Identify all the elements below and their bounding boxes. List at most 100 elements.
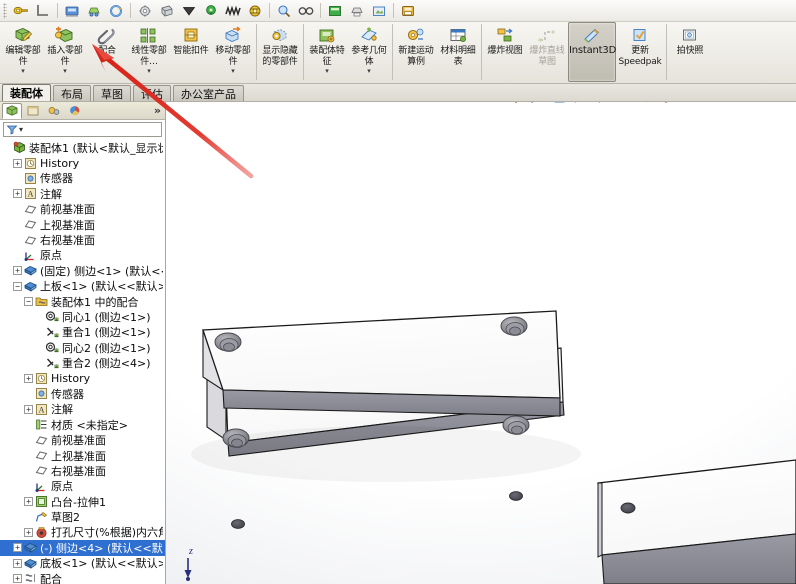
print-icon[interactable]: [84, 2, 104, 20]
chevron-down-icon[interactable]: ▾: [147, 68, 151, 74]
ribbon-insert-components[interactable]: 插入零部件 ▾: [44, 22, 86, 82]
tree-row[interactable]: 原点: [0, 479, 165, 494]
display-style-icon[interactable]: [179, 2, 199, 20]
apply-scene-icon[interactable]: [656, 102, 671, 105]
tree-expand-icon[interactable]: +: [24, 374, 33, 383]
filter-dropdown-caret[interactable]: ▾: [19, 125, 23, 134]
tree-row[interactable]: +History: [0, 155, 165, 170]
new-document-icon[interactable]: [11, 2, 31, 20]
tree-expand-icon[interactable]: +: [13, 559, 22, 568]
ribbon-exploded-view[interactable]: 爆炸视图: [484, 22, 526, 82]
ribbon-show-hidden-components[interactable]: 显示隐藏的零部件: [259, 22, 301, 82]
tree-row[interactable]: +History: [0, 371, 165, 386]
toolbar-grip[interactable]: [3, 3, 7, 19]
open-document-icon[interactable]: [33, 2, 53, 20]
ribbon-instant3d[interactable]: Instant3D: [568, 22, 616, 82]
tab-office-products[interactable]: 办公室产品: [173, 85, 244, 101]
tree-filter-bar[interactable]: ▾: [3, 122, 162, 137]
secondary-part[interactable]: [598, 460, 796, 584]
chevron-down-icon[interactable]: ▾: [325, 68, 329, 74]
print-preview-icon[interactable]: [347, 2, 367, 20]
ribbon-reference-geometry[interactable]: 参考几何体 ▾: [348, 22, 390, 82]
tree-row[interactable]: 材质 <未指定>: [0, 417, 165, 432]
chevron-down-icon[interactable]: ▾: [231, 68, 235, 74]
tree-row[interactable]: 装配体1 (默认<默认_显示状态: [0, 140, 165, 155]
tab-assembly[interactable]: 装配体: [2, 84, 51, 101]
tree-row[interactable]: +(固定) 侧边<1> (默认<<默认: [0, 263, 165, 278]
view-orientation-icon[interactable]: [201, 2, 221, 20]
tree-expand-icon[interactable]: +: [24, 528, 33, 537]
assembly-3d-model[interactable]: z: [166, 102, 796, 584]
chevron-down-icon[interactable]: ▾: [21, 68, 25, 74]
save-all-icon[interactable]: [398, 2, 418, 20]
zoom-to-fit-icon[interactable]: [504, 102, 519, 105]
tree-expand-icon[interactable]: +: [13, 574, 22, 583]
tree-row[interactable]: 同心1 (侧边<1>): [0, 309, 165, 324]
ribbon-new-motion-study[interactable]: 新建运动算例: [395, 22, 437, 82]
ribbon-explode-line-sketch[interactable]: 爆炸直线草图: [526, 22, 568, 82]
tree-row[interactable]: 原点: [0, 248, 165, 263]
ribbon-mate[interactable]: 配合: [86, 22, 128, 82]
zoom-to-area-icon[interactable]: [520, 102, 535, 105]
feature-tree[interactable]: 装配体1 (默认<默认_显示状态+History传感器+A注解前视基准面上视基准…: [0, 138, 165, 584]
tree-row[interactable]: 上视基准面: [0, 217, 165, 232]
tree-row[interactable]: 重合2 (侧边<4>): [0, 355, 165, 370]
ribbon-assembly-features[interactable]: 装配体特征 ▾: [306, 22, 348, 82]
ribbon-move-component[interactable]: 移动零部件 ▾: [212, 22, 254, 82]
tree-row[interactable]: +凸台-拉伸1: [0, 494, 165, 509]
upper-assembly[interactable]: [191, 311, 581, 528]
previous-view-icon[interactable]: [536, 102, 551, 105]
section-view-icon[interactable]: [552, 102, 567, 105]
display-style-icon[interactable]: [592, 102, 607, 105]
ribbon-update-speedpak[interactable]: 更新 Speedpak: [616, 22, 664, 82]
tree-row[interactable]: 前视基准面: [0, 202, 165, 217]
curvature-display-icon[interactable]: [223, 2, 243, 20]
zoom-to-fit-icon[interactable]: [274, 2, 294, 20]
tree-row[interactable]: +底板<1> (默认<<默认>_显: [0, 556, 165, 571]
property-manager-tab[interactable]: [23, 103, 43, 119]
tree-row[interactable]: 传感器: [0, 386, 165, 401]
chevron-down-icon[interactable]: ▾: [63, 68, 67, 74]
search-icon[interactable]: [296, 2, 316, 20]
panel-expand-chevron[interactable]: »: [154, 104, 161, 117]
tree-expand-icon[interactable]: +: [24, 497, 33, 506]
tree-row[interactable]: 同心2 (侧边<1>): [0, 340, 165, 355]
tree-row[interactable]: 上视基准面: [0, 448, 165, 463]
tab-evaluate[interactable]: 评估: [133, 85, 171, 101]
configuration-manager-tab[interactable]: [44, 103, 64, 119]
graphics-viewport[interactable]: ▾ ▾ ▾: [166, 102, 796, 584]
tree-row[interactable]: 右视基准面: [0, 232, 165, 247]
tree-expand-icon[interactable]: +: [13, 543, 22, 552]
section-view-icon[interactable]: [157, 2, 177, 20]
tree-row[interactable]: 前视基准面: [0, 432, 165, 447]
tree-row[interactable]: −装配体1 中的配合: [0, 294, 165, 309]
chevron-down-icon[interactable]: ▾: [367, 68, 371, 74]
tree-row[interactable]: 传感器: [0, 171, 165, 186]
tree-expand-icon[interactable]: +: [13, 189, 22, 198]
tree-row[interactable]: 右视基准面: [0, 463, 165, 478]
edit-appearance-icon[interactable]: [640, 102, 655, 105]
tree-row[interactable]: 草图2: [0, 509, 165, 524]
options-gear-icon[interactable]: [135, 2, 155, 20]
tree-row[interactable]: −上板<1> (默认<<默认>_显: [0, 279, 165, 294]
save-icon[interactable]: [62, 2, 82, 20]
window-tile-icon[interactable]: [325, 2, 345, 20]
tree-collapse-icon[interactable]: −: [13, 282, 22, 291]
rebuild-icon[interactable]: [106, 2, 126, 20]
tree-collapse-icon[interactable]: −: [24, 297, 33, 306]
ribbon-bill-of-materials[interactable]: 材料明细表: [437, 22, 479, 82]
appearance-icon[interactable]: [245, 2, 265, 20]
view-settings-icon[interactable]: [680, 102, 695, 105]
tree-row[interactable]: +A注解: [0, 402, 165, 417]
hide-show-items-icon[interactable]: [616, 102, 631, 105]
tree-row[interactable]: +打孔尺寸(%根据)内六角圆: [0, 525, 165, 540]
screen-capture-icon[interactable]: [369, 2, 389, 20]
tree-expand-icon[interactable]: +: [24, 405, 33, 414]
ribbon-smart-fasteners[interactable]: 智能扣件: [170, 22, 212, 82]
tree-row[interactable]: +(-) 侧边<4> (默认<<默认>: [0, 540, 165, 555]
ribbon-take-snapshot[interactable]: 拍快照: [669, 22, 711, 82]
feature-manager-tab[interactable]: [2, 103, 22, 119]
tree-row[interactable]: +配合: [0, 571, 165, 584]
ribbon-linear-component-pattern[interactable]: 线性零部件… ▾: [128, 22, 170, 82]
display-manager-tab[interactable]: [65, 103, 85, 119]
